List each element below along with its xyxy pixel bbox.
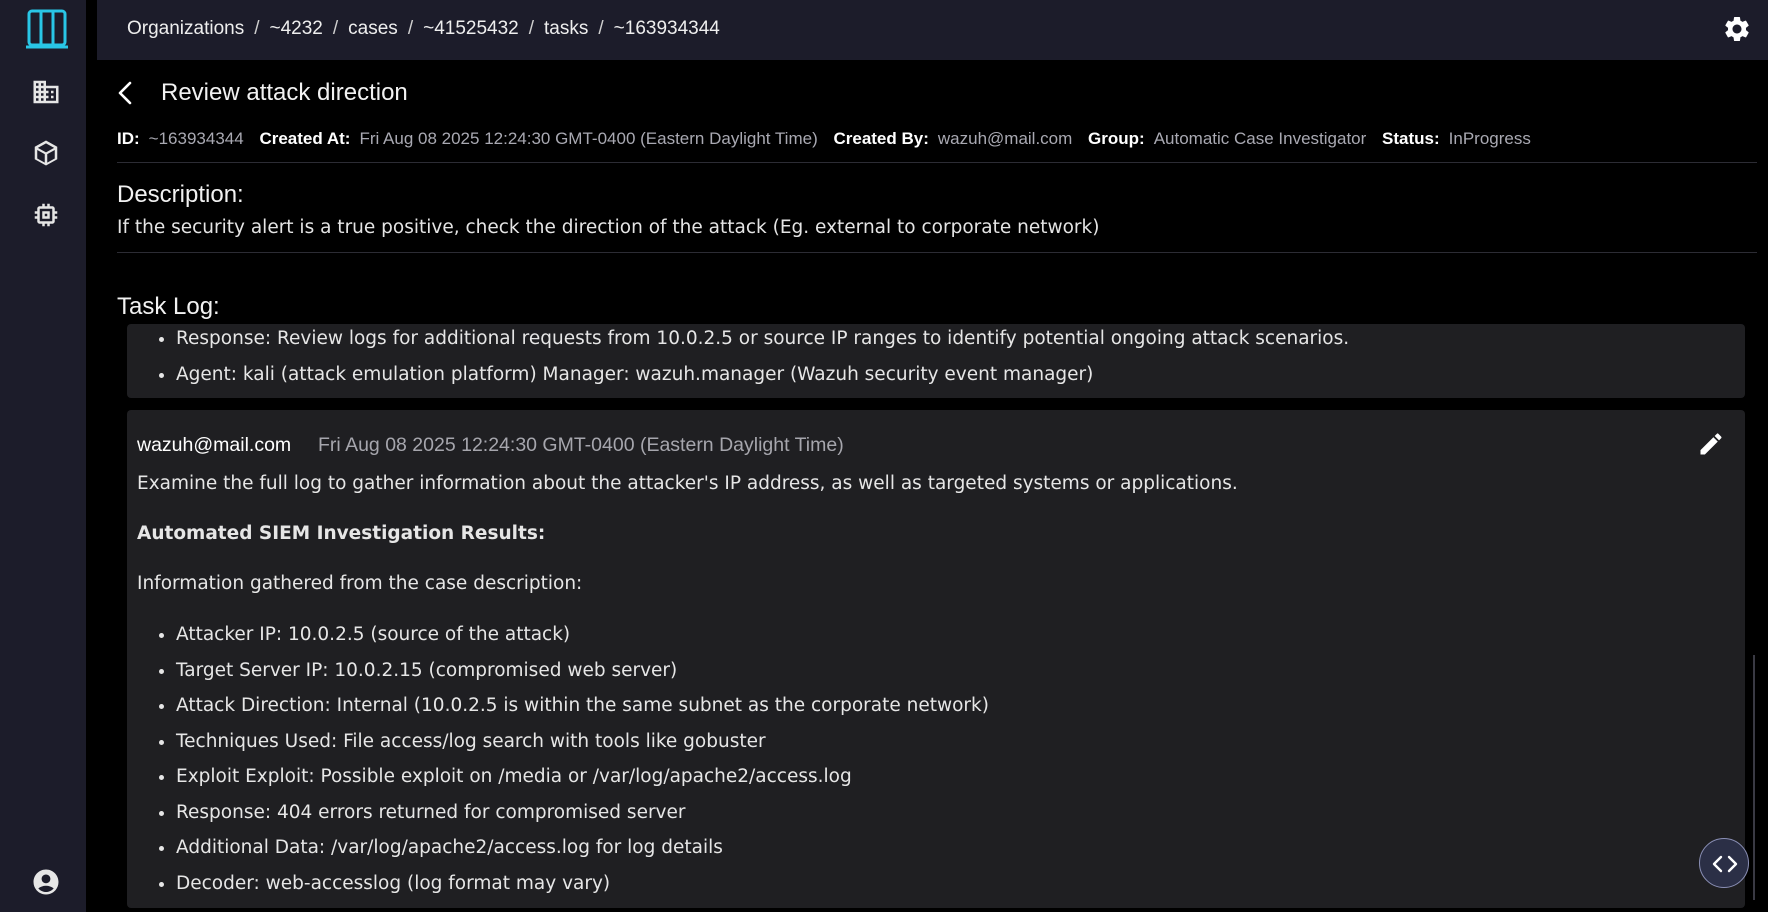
breadcrumb: Organizations / ~4232 / cases / ~41525432 / task… bbox=[127, 18, 720, 40]
back-arrow-icon[interactable] bbox=[114, 80, 138, 106]
list-item: Exploit Exploit: Possible exploit on /me… bbox=[176, 759, 989, 795]
list-item: Response: 404 errors returned for compro… bbox=[176, 795, 989, 831]
list-item: Response: Review logs for additional req… bbox=[176, 321, 1745, 357]
meta-group-value: Automatic Case Investigator bbox=[1153, 129, 1367, 148]
code-icon bbox=[1712, 855, 1738, 873]
breadcrumb-case-id[interactable]: ~41525432 bbox=[423, 18, 519, 39]
breadcrumb-organization-id[interactable]: ~4232 bbox=[270, 18, 323, 39]
page-title: Review attack direction bbox=[161, 79, 408, 106]
log-entry: Response: Review logs for additional req… bbox=[127, 324, 1745, 398]
divider bbox=[117, 252, 1757, 253]
breadcrumb-separator: / bbox=[528, 18, 535, 39]
scrollbar-thumb[interactable] bbox=[1753, 655, 1755, 900]
app-logo-icon[interactable] bbox=[25, 8, 69, 50]
description-heading: Description: bbox=[117, 181, 244, 208]
log-entry-bullets: Response: Review logs for additional req… bbox=[127, 321, 1745, 392]
meta-created-at-value: Fri Aug 08 2025 12:24:30 GMT-0400 (Easte… bbox=[359, 129, 818, 148]
meta-status-label: Status: bbox=[1382, 129, 1440, 148]
list-item: Attack Direction: Internal (10.0.2.5 is … bbox=[176, 688, 989, 724]
meta-status-value: InProgress bbox=[1448, 129, 1531, 148]
breadcrumb-separator: / bbox=[407, 18, 414, 39]
meta-id-value: ~163934344 bbox=[148, 129, 244, 148]
meta-group-label: Group: bbox=[1088, 129, 1145, 148]
breadcrumb-separator: / bbox=[332, 18, 339, 39]
settings-gear-icon[interactable] bbox=[1722, 14, 1752, 44]
description-text: If the security alert is a true positive… bbox=[117, 217, 1100, 238]
task-log-heading: Task Log: bbox=[117, 293, 220, 320]
breadcrumb-tasks[interactable]: tasks bbox=[544, 18, 588, 39]
task-meta-row: ID: ~163934344 Created At: Fri Aug 08 2025… bbox=[117, 129, 1542, 149]
list-item: Attacker IP: 10.0.2.5 (source of the att… bbox=[176, 617, 989, 653]
breadcrumb-organizations[interactable]: Organizations bbox=[127, 18, 244, 39]
meta-id-label: ID: bbox=[117, 129, 140, 148]
breadcrumb-cases[interactable]: cases bbox=[348, 18, 398, 39]
list-item: Decoder: web-accesslog (log format may v… bbox=[176, 866, 989, 902]
log-entry: wazuh@mail.com Fri Aug 08 2025 12:24:30 … bbox=[127, 410, 1745, 908]
list-item: Target Server IP: 10.0.2.15 (compromised… bbox=[176, 653, 989, 689]
meta-created-at-label: Created At: bbox=[259, 129, 351, 148]
chip-icon[interactable] bbox=[31, 200, 61, 230]
log-entry-heading: Automated SIEM Investigation Results: bbox=[137, 523, 546, 544]
code-view-button[interactable] bbox=[1699, 838, 1749, 888]
packages-icon[interactable] bbox=[31, 138, 61, 168]
top-bar: Organizations / ~4232 / cases / ~41525432 / task… bbox=[97, 0, 1768, 60]
divider bbox=[117, 162, 1757, 163]
account-icon[interactable] bbox=[31, 867, 61, 897]
organizations-icon[interactable] bbox=[31, 77, 61, 107]
list-item: Additional Data: /var/log/apache2/access… bbox=[176, 830, 989, 866]
breadcrumb-separator: / bbox=[598, 18, 604, 39]
log-entry-text: Information gathered from the case descr… bbox=[137, 573, 583, 594]
log-entry-author: wazuh@mail.com bbox=[137, 434, 292, 456]
breadcrumb-task-id[interactable]: ~163934344 bbox=[614, 18, 720, 39]
list-item: Techniques Used: File access/log search … bbox=[176, 724, 989, 760]
edit-pencil-icon[interactable] bbox=[1697, 430, 1725, 458]
meta-created-by-value: wazuh@mail.com bbox=[937, 129, 1073, 148]
sidebar bbox=[0, 0, 86, 912]
log-entry-bullets: Attacker IP: 10.0.2.5 (source of the att… bbox=[127, 617, 989, 901]
log-entry-text: Examine the full log to gather informati… bbox=[137, 473, 1238, 494]
log-entry-date: Fri Aug 08 2025 12:24:30 GMT-0400 (Easte… bbox=[318, 434, 844, 456]
meta-created-by-label: Created By: bbox=[833, 129, 929, 148]
list-item: Agent: kali (attack emulation platform) … bbox=[176, 357, 1745, 393]
breadcrumb-separator: / bbox=[254, 18, 260, 39]
